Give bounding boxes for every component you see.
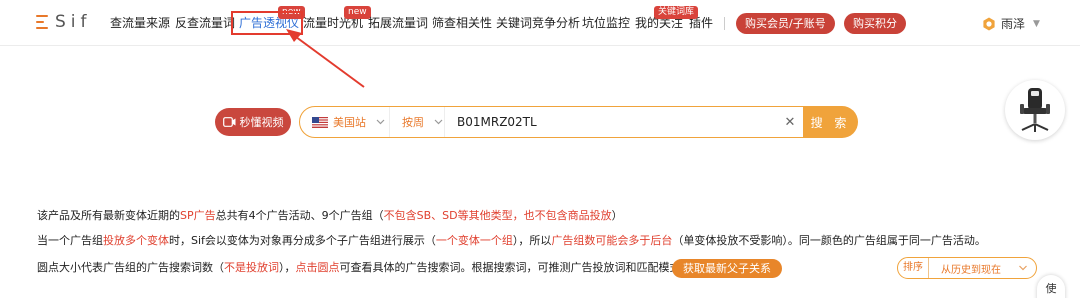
chevron-down-icon (376, 119, 385, 125)
sort-select[interactable]: 排序 从历史到现在 (897, 257, 1037, 279)
logo-icon (36, 15, 48, 29)
top-nav-bar: Sif 查流量来源 反查流量词 广告透视仪 new 流量时光机 new 拓展流量… (0, 0, 1080, 46)
nav-item-expand-keywords[interactable]: 拓展流量词 (368, 16, 428, 30)
user-menu[interactable]: 雨泽 ▼ (982, 15, 1040, 32)
info-text-highlight: 广告组数可能会多于后台 (551, 234, 673, 247)
info-text-highlight: 一个变体一个组 (435, 234, 513, 247)
info-text: 总共有4个广告活动、9个广告组（ (215, 209, 384, 222)
gaming-chair-image (1020, 88, 1050, 132)
asin-search-input[interactable] (445, 107, 777, 137)
nav-divider (724, 17, 725, 30)
site-select[interactable]: 美国站 (300, 107, 390, 137)
info-text: ） (611, 209, 623, 222)
video-guide-button[interactable]: 秒懂视频 (215, 108, 291, 136)
info-text: ）， (279, 261, 296, 274)
info-text-highlight: 投放多个变体 (103, 234, 169, 247)
buy-member-button[interactable]: 购买会员/子账号 (736, 13, 835, 34)
video-guide-label: 秒懂视频 (239, 116, 284, 129)
info-text-highlight: 不包含SB、SD等其他类型，也不包含商品投放 (383, 209, 612, 222)
user-name: 雨泽 (1001, 17, 1026, 31)
info-text: 圆点大小代表广告组的广告搜索词数（ (37, 261, 224, 274)
info-text-highlight: SP广告 (180, 209, 216, 222)
info-line-2: 当一个广告组投放多个变体时，Sif会以变体为对象再分成多个子广告组进行展示（一个… (37, 234, 986, 248)
info-text: 可查看具体的广告搜索词。根据搜索词，可推测广告投放词和匹配模式。 (339, 261, 692, 274)
nav-item-traffic-source[interactable]: 查流量来源 (110, 16, 170, 30)
clear-icon[interactable]: ✕ (777, 115, 803, 130)
sort-label: 排序 (898, 258, 929, 278)
info-text-highlight: 不是投放词 (224, 261, 279, 274)
logo-text: Sif (55, 12, 92, 32)
info-text: （单变体投放不受影响）。同一颜色的广告组属于同一广告活动。 (672, 234, 986, 247)
side-help-tab[interactable]: 使 (1037, 275, 1065, 298)
site-select-value: 美国站 (333, 116, 366, 129)
search-button[interactable]: 搜 索 (803, 106, 858, 138)
nav-item-reverse-keywords[interactable]: 反查流量词 (175, 16, 235, 30)
search-bar: 美国站 按周 ✕ (299, 106, 804, 138)
info-text-highlight: 点击圆点 (295, 261, 340, 274)
info-line-1: 该产品及所有最新变体近期的SP广告总共有4个广告活动、9个广告组（不包含SB、S… (37, 209, 623, 223)
nav-badge-new: new (344, 6, 371, 19)
user-avatar-icon (983, 17, 995, 30)
video-icon (222, 117, 235, 127)
info-text: 时，Sif会以变体为对象再分成多个子广告组进行展示（ (169, 234, 436, 247)
info-line-3: 圆点大小代表广告组的广告搜索词数（不是投放词），点击圆点可查看具体的广告搜索词。… (37, 261, 692, 275)
sort-value: 从历史到现在 (941, 264, 1001, 276)
info-text: 该产品及所有最新变体近期的 (37, 209, 180, 222)
buy-points-button[interactable]: 购买积分 (844, 13, 906, 34)
nav-item-relevance-filter[interactable]: 筛查相关性 (432, 16, 492, 30)
product-thumbnail[interactable] (1005, 80, 1065, 140)
nav-item-slot-monitor[interactable]: 坑位监控 (582, 16, 630, 30)
nav-badge-keyword-library: 关键词库 (654, 6, 699, 19)
chevron-down-icon: ▼ (1033, 18, 1040, 29)
fetch-parent-child-button[interactable]: 获取最新父子关系 (672, 259, 782, 278)
period-select[interactable]: 按周 (390, 107, 445, 137)
period-select-value: 按周 (402, 116, 424, 129)
chevron-down-icon (434, 119, 443, 125)
logo[interactable]: Sif (36, 12, 92, 32)
chevron-down-icon (1019, 265, 1027, 271)
info-text: ），所以 (512, 234, 552, 247)
nav-item-keyword-competition[interactable]: 关键词竞争分析 (496, 16, 580, 30)
us-flag-icon (312, 116, 328, 128)
info-text: 当一个广告组 (37, 234, 103, 247)
annotation-arrow (286, 29, 365, 88)
